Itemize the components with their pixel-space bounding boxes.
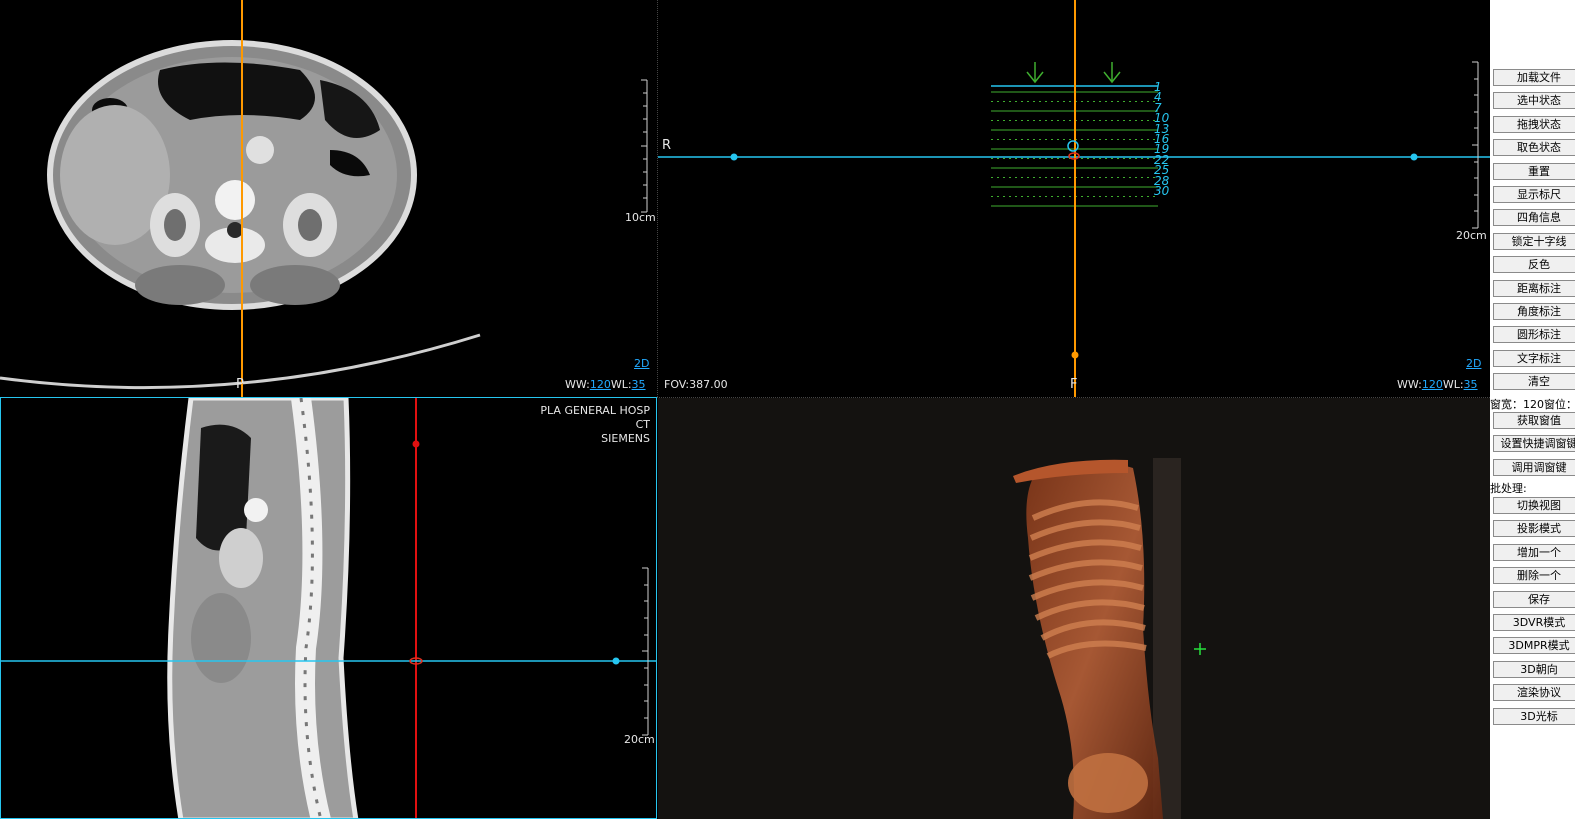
batch-label: 批处理: [1490,482,1527,495]
sidebar-button[interactable]: 四角信息 [1493,209,1575,227]
sidebar-button[interactable]: 调用调窗键 [1493,458,1575,476]
sidebar-button[interactable]: 3DMPR模式 [1493,637,1575,655]
sidebar-button[interactable]: 删除一个 [1493,567,1575,585]
sagittal-scale-label: 20cm [624,733,655,746]
sidebar-button[interactable]: 重置 [1493,162,1575,180]
coronal-window-level: WW:120WL:35 [1397,378,1478,391]
sidebar-button[interactable]: 设置快捷调窗键 [1493,435,1575,453]
sidebar-button[interactable]: 增加一个 [1493,543,1575,561]
modality: CT [635,418,650,431]
fov-readout: FOV:387.00 [664,378,728,391]
slice-number: 30 [1154,184,1170,199]
wl-label: WL: [610,378,632,391]
sidebar-button[interactable]: 清空 [1493,373,1575,391]
3d-volume-render [1013,458,1206,819]
wl-value-link[interactable]: 35 [1464,378,1478,391]
sidebar-button[interactable]: 圆形标注 [1493,326,1575,344]
axial-ct-image [0,0,648,397]
coronal-orient-left: R [662,138,672,153]
manufacturer: SIEMENS [601,432,650,445]
sidebar-button[interactable]: 距离标注 [1493,279,1575,297]
sidebar-button[interactable]: 角度标注 [1493,303,1575,320]
ww-value-link[interactable]: 120 [590,378,611,391]
sidebar-button[interactable]: 3DVR模式 [1493,614,1575,631]
axial-scale-label: 10cm [625,211,656,224]
wl-label: WL: [1442,378,1464,391]
viewport-axial[interactable]: 10cm P 2D WW:120WL:35 [0,0,657,397]
sidebar-button[interactable]: 切换视图 [1493,497,1575,514]
coronal-mode-link[interactable]: 2D [1466,357,1481,370]
slice-number-list: 1 4 7 10 13 16 19 22 25 28 30 [1154,81,1170,199]
coronal-scale-label: 20cm [1456,229,1487,242]
window-info-label: 窗宽：120窗位：35 [1490,398,1575,411]
sidebar-button[interactable]: 拖拽状态 [1493,115,1575,133]
axial-orient-bottom: P [236,377,244,392]
sidebar-button[interactable]: 投影模式 [1493,520,1575,538]
sidebar-button[interactable]: 渲染协议 [1493,684,1575,702]
ww-value-link[interactable]: 120 [1422,378,1443,391]
sidebar-button[interactable]: 显示标尺 [1493,186,1575,203]
sidebar-button[interactable]: 锁定十字线 [1493,232,1575,250]
sidebar-button[interactable]: 3D朝向 [1493,660,1575,678]
patient-info-corner: PLA GENERAL HOSP CT SIEMENS [540,404,650,446]
sidebar-button[interactable]: 选中状态 [1493,92,1575,110]
sidebar-button[interactable]: 取色状态 [1493,139,1575,157]
sidebar-button[interactable]: 加载文件 [1493,69,1575,86]
sidebar-button[interactable]: 3D光标 [1493,707,1575,725]
coronal-orient-bottom: F [1070,377,1078,392]
wl-value-link[interactable]: 35 [632,378,646,391]
ww-label: WW: [565,378,590,391]
sagittal-ct-image [1,398,656,818]
sidebar-button[interactable]: 反色 [1493,256,1575,274]
axial-mode-link[interactable]: 2D [634,357,649,370]
ww-label: WW: [1397,378,1422,391]
sidebar-button[interactable]: 保存 [1493,590,1575,608]
tool-sidebar: 加载文件选中状态拖拽状态取色状态重置显示标尺四角信息锁定十字线反色距离标注角度标… [1490,0,1575,819]
sidebar-button[interactable]: 获取窗值 [1493,412,1575,429]
viewport-3d[interactable] [658,398,1490,819]
coronal-scout-image [658,0,1490,397]
hospital-name: PLA GENERAL HOSP [540,404,650,417]
viewport-coronal[interactable]: 1 4 7 10 13 16 19 22 25 28 30 R 20cm F FOV:387.00 … [658,0,1490,397]
viewport-sagittal[interactable]: PLA GENERAL HOSP CT SIEMENS 20cm [0,397,657,819]
sidebar-button[interactable]: 文字标注 [1493,349,1575,367]
axial-window-level: WW:120WL:35 [565,378,646,391]
